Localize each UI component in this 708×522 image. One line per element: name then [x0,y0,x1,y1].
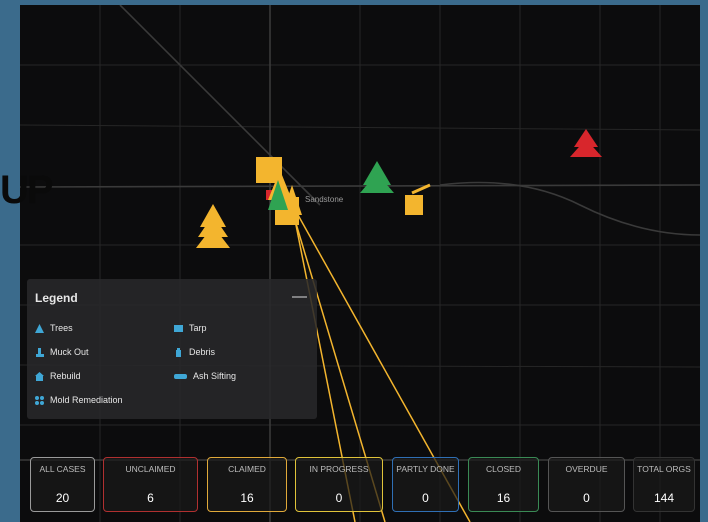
overlay-text: UP [0,168,54,212]
legend-panel: Legend — Trees Tarp Muck Out Debris Rebu… [27,279,317,419]
street-grid [20,5,700,522]
debris-icon [174,347,183,357]
map-canvas[interactable]: Sandstone Legend — Trees Tarp Muck Out D… [20,5,700,522]
tarp-icon [174,324,183,333]
legend-item-debris: Debris [174,347,215,357]
boot-icon [35,347,44,357]
stat-card-all-cases[interactable]: ALL CASES 20 [30,457,95,512]
stat-card-in-progress[interactable]: IN PROGRESS 0 [295,457,383,512]
stat-card-closed[interactable]: CLOSED 16 [468,457,539,512]
debris-marker-claimed[interactable] [405,183,431,215]
house-icon [35,371,44,381]
stat-card-partly-done[interactable]: PARTLY DONE 0 [392,457,459,512]
stat-label: UNCLAIMED [125,464,176,474]
street-label: Sandstone [305,195,344,204]
stat-label: IN PROGRESS [309,464,369,474]
stat-card-claimed[interactable]: CLAIMED 16 [207,457,287,512]
stat-label: ALL CASES [39,464,86,474]
stat-value: 6 [147,491,154,505]
legend-item-muck-out: Muck Out [35,347,89,357]
stat-card-total-orgs[interactable]: TOTAL ORGS 144 [633,457,695,512]
tree-marker-claimed[interactable] [196,204,230,248]
legend-collapse-button[interactable]: — [292,288,307,305]
stat-value: 144 [653,491,675,505]
stat-value: 0 [335,491,343,505]
legend-item-trees: Trees [35,323,73,333]
stat-card-unclaimed[interactable]: UNCLAIMED 6 [103,457,198,512]
tree-icon [35,323,44,333]
stat-value: 16 [496,491,511,505]
stat-label: CLOSED [486,464,521,474]
ash-sifting-icon [174,372,187,381]
legend-title: Legend [35,291,78,305]
stat-value: 0 [583,491,590,505]
map-layer[interactable] [20,5,700,522]
stat-value: 20 [55,491,70,505]
stat-label: OVERDUE [565,464,608,474]
legend-item-rebuild: Rebuild [35,371,81,381]
stat-label: PARTLY DONE [396,464,455,474]
stat-label: CLAIMED [228,464,266,474]
legend-item-ash-sifting: Ash Sifting [174,371,236,381]
stat-value: 0 [422,491,429,505]
stat-label: TOTAL ORGS [637,464,691,474]
legend-item-tarp: Tarp [174,323,207,333]
legend-item-mold-remediation: Mold Remediation [35,395,123,405]
tree-marker-unclaimed[interactable] [570,129,602,157]
mold-icon [35,395,44,405]
stat-value: 16 [240,491,254,505]
stat-card-overdue[interactable]: OVERDUE 0 [548,457,625,512]
